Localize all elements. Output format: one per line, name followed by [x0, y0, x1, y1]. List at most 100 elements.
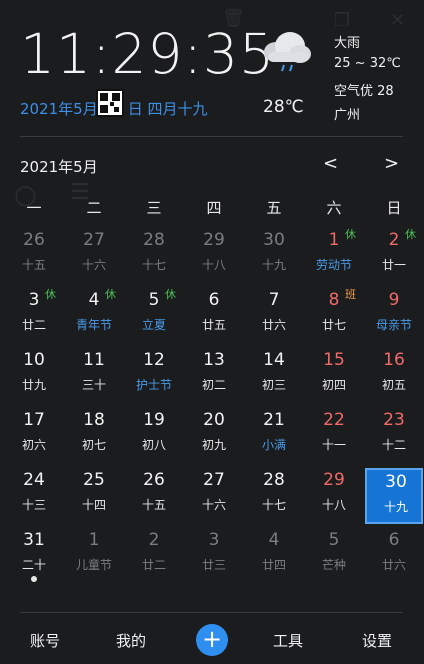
- lunar-label: 廿七: [321, 318, 346, 332]
- rest-day-badge: 休: [345, 228, 356, 241]
- day-cell[interactable]: 17 初六: [5, 408, 63, 464]
- day-cell[interactable]: 4 廿四: [245, 528, 303, 584]
- day-cell[interactable]: 5 立夏休: [125, 288, 183, 344]
- day-cell[interactable]: 4 青年节休: [65, 288, 123, 344]
- day-cell[interactable]: 3 廿二休: [5, 288, 63, 344]
- day-cell[interactable]: 3 廿三: [185, 528, 243, 584]
- lunar-label: 初五: [381, 378, 406, 392]
- day-cell[interactable]: 14 初三: [245, 348, 303, 404]
- lunar-label: 廿六: [381, 558, 406, 572]
- day-cell[interactable]: 13 初二: [185, 348, 243, 404]
- lunar-label: 十五: [21, 258, 46, 272]
- lunar-label: 廿一: [381, 258, 406, 272]
- day-number: 5: [328, 530, 340, 550]
- day-cell[interactable]: 29 十八: [185, 228, 243, 284]
- day-cell[interactable]: 30 十九: [365, 468, 423, 524]
- day-number: 2: [148, 530, 160, 550]
- day-cell[interactable]: 16 初五: [365, 348, 423, 404]
- day-cell[interactable]: 24 十三: [5, 468, 63, 524]
- lunar-label: 廿二: [141, 558, 166, 572]
- day-cell[interactable]: 15 初四: [305, 348, 363, 404]
- rest-day-badge: 休: [105, 288, 116, 301]
- day-cell[interactable]: 2 廿一休: [365, 228, 423, 284]
- day-number: 17: [23, 410, 45, 430]
- event-dot: [31, 576, 37, 582]
- day-number: 7: [268, 290, 280, 310]
- lunar-label: 十八: [201, 258, 226, 272]
- next-month-button[interactable]: >: [384, 153, 399, 174]
- settings-button[interactable]: 设置: [362, 630, 392, 651]
- weekday-label: 六: [326, 199, 342, 217]
- day-cell[interactable]: 2 廿二: [125, 528, 183, 584]
- lunar-label: 十二: [381, 438, 406, 452]
- city-name: 广州: [334, 108, 361, 123]
- lunar-label: 廿三: [201, 558, 226, 572]
- day-cell[interactable]: 26 十五: [125, 468, 183, 524]
- day-cell[interactable]: 28 十七: [125, 228, 183, 284]
- prev-month-button[interactable]: <: [323, 153, 338, 174]
- day-cell[interactable]: 5 芒种: [305, 528, 363, 584]
- work-day-badge: 班: [345, 288, 356, 301]
- day-cell[interactable]: 11 三十: [65, 348, 123, 404]
- rest-day-badge: 休: [405, 228, 416, 241]
- lunar-label: 初六: [21, 438, 46, 452]
- day-cell[interactable]: 29 十八: [305, 468, 363, 524]
- lunar-label: 初四: [321, 378, 346, 392]
- day-number: 28: [263, 470, 285, 490]
- add-button[interactable]: +: [196, 624, 228, 656]
- day-cell[interactable]: 21 小满: [245, 408, 303, 464]
- day-cell[interactable]: 9 母亲节: [365, 288, 423, 344]
- day-number: 14: [263, 350, 285, 370]
- weekday-label: 一: [26, 199, 42, 217]
- current-temperature: 28℃: [263, 97, 304, 117]
- day-cell[interactable]: 19 初八: [125, 408, 183, 464]
- lunar-label: 儿童节: [75, 558, 112, 572]
- lunar-label: 十七: [261, 498, 286, 512]
- day-cell[interactable]: 25 十四: [65, 468, 123, 524]
- weather-condition: 大雨: [334, 36, 361, 51]
- day-cell[interactable]: 7 廿六: [245, 288, 303, 344]
- day-cell[interactable]: 26 十五: [5, 228, 63, 284]
- tools-button[interactable]: 工具: [273, 630, 303, 651]
- weekday-label: 日: [386, 199, 402, 217]
- day-cell[interactable]: 18 初七: [65, 408, 123, 464]
- current-time: 11:29:35: [20, 22, 276, 86]
- lunar-label: 廿五: [201, 318, 226, 332]
- day-number: 24: [23, 470, 45, 490]
- account-button[interactable]: 账号: [30, 630, 60, 651]
- day-cell[interactable]: 27 十六: [185, 468, 243, 524]
- day-cell[interactable]: 28 十七: [245, 468, 303, 524]
- mine-button[interactable]: 我的: [116, 630, 146, 651]
- day-cell[interactable]: 1 劳动节休: [305, 228, 363, 284]
- day-number: 4: [268, 530, 280, 550]
- day-cell[interactable]: 22 十一: [305, 408, 363, 464]
- day-cell[interactable]: 1 儿童节: [65, 528, 123, 584]
- day-number: 13: [203, 350, 225, 370]
- qr-code-icon[interactable]: [96, 89, 124, 117]
- lunar-label: 十四: [81, 498, 106, 512]
- day-cell[interactable]: 12 护士节: [125, 348, 183, 404]
- day-cell[interactable]: 6 廿五: [185, 288, 243, 344]
- rain-cloud-icon: [264, 32, 311, 72]
- day-number: 6: [208, 290, 220, 310]
- day-cell[interactable]: 30 十九: [245, 228, 303, 284]
- day-cell[interactable]: 23 十二: [365, 408, 423, 464]
- lunar-label: 三十: [81, 378, 106, 392]
- lunar-label: 十五: [141, 498, 166, 512]
- day-cell[interactable]: 6 廿六: [365, 528, 423, 584]
- lunar-label: 十六: [201, 498, 226, 512]
- weekday-label: 四: [206, 199, 222, 217]
- lunar-label: 廿九: [21, 378, 46, 392]
- lunar-label: 初九: [201, 438, 226, 452]
- footer-divider: [20, 612, 403, 613]
- day-cell[interactable]: 20 初九: [185, 408, 243, 464]
- day-cell[interactable]: 8 廿七班: [305, 288, 363, 344]
- day-number: 15: [323, 350, 345, 370]
- lunar-label: 初二: [201, 378, 226, 392]
- day-cell[interactable]: 10 廿九: [5, 348, 63, 404]
- day-cell[interactable]: 27 十六: [65, 228, 123, 284]
- day-number: 16: [383, 350, 405, 370]
- day-number: 18: [83, 410, 105, 430]
- lunar-label: 初三: [261, 378, 286, 392]
- weekday-label: 五: [266, 199, 282, 217]
